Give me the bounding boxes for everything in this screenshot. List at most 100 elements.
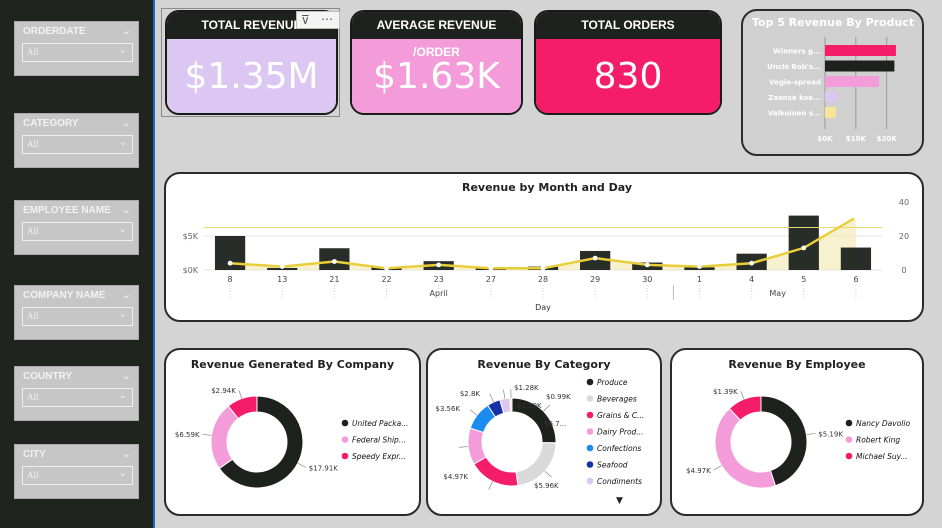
bar — [840, 247, 872, 270]
employee-donut-card[interactable]: Revenue By Employee $5.19K $4.97K $1.39K Na… — [670, 348, 924, 516]
company-name-dropdown[interactable]: All ⌄ — [22, 307, 133, 326]
data-label: $1.28K — [514, 384, 539, 392]
legend-marker — [586, 411, 594, 419]
category-dropdown[interactable]: All ⌄ — [22, 135, 133, 154]
revenue-trend-card[interactable]: Revenue by Month and Day $0K $5K 0 20 40 8 13 2… — [164, 172, 924, 322]
legend-label: Condiments — [597, 477, 642, 486]
top5-product-card[interactable]: Top 5 Revenue By Product $0K $10K $20K Winn… — [741, 9, 924, 156]
chart-title: Revenue by Month and Day — [462, 181, 632, 194]
legend-marker — [845, 452, 853, 460]
label-leader — [488, 481, 493, 490]
y2-tick-label: 0 — [901, 266, 906, 275]
x-axis-title: Day — [535, 303, 551, 312]
trend-chart: Revenue by Month and Day $0K $5K 0 20 40 8 13 2… — [183, 181, 910, 312]
label-leader — [543, 404, 551, 412]
slicer-title: CITY — [23, 449, 46, 460]
slicer-company-name: COMPANY NAME ⌄ All ⌄ — [14, 285, 139, 340]
legend-label: Robert King — [856, 436, 900, 445]
company-donut-chart: $17.91K $6.59K $2.94K United Packa... Federa… — [175, 387, 408, 489]
kpi-label: AVERAGE REVENUE /ORDER — [352, 12, 521, 59]
donut-slice — [714, 407, 777, 489]
legend-label: Nancy Davolio — [856, 419, 910, 428]
line-point — [279, 264, 285, 269]
orderdate-dropdown[interactable]: All ⌄ — [22, 43, 133, 62]
legend-marker — [341, 436, 349, 443]
data-label: $6.7... — [544, 420, 566, 428]
x-tick-label: 27 — [486, 275, 496, 284]
collapse-chevron-icon[interactable]: ⌄ — [122, 369, 131, 382]
chevron-down-icon: ⌄ — [118, 390, 127, 401]
category-label: Vegie-spread — [769, 79, 821, 87]
label-leader — [459, 446, 469, 448]
kpi-average-revenue[interactable]: AVERAGE REVENUE /ORDER $1.63K — [350, 10, 523, 115]
line-point — [384, 265, 389, 271]
data-label: $2.94K — [211, 387, 236, 395]
slicer-title: COMPANY NAME — [23, 290, 106, 301]
kpi-total-orders[interactable]: TOTAL ORDERS 830 — [534, 10, 722, 115]
collapse-chevron-icon[interactable]: ⌄ — [122, 203, 131, 216]
bar — [825, 60, 895, 72]
category-donut-chart: $6.7... $5.96K $4.97K $3.56K$2.8K $1.28K $0.9… — [435, 378, 644, 490]
slicer-title: CATEGORY — [23, 118, 79, 129]
legend-label: Federal Ship... — [352, 436, 406, 445]
bar — [825, 45, 896, 56]
data-label: $4.97K — [443, 473, 468, 481]
x-tick-label: 5 — [801, 275, 806, 284]
label-leader — [489, 393, 494, 403]
y-tick-label: $0K — [183, 266, 199, 275]
slicer-city: CITY ⌄ All ⌄ — [14, 444, 139, 499]
legend-marker — [845, 419, 853, 427]
dropdown-value: All — [27, 47, 39, 57]
collapse-chevron-icon[interactable]: ⌄ — [122, 288, 131, 301]
company-donut-card[interactable]: Revenue Generated By Company $17.91K $6.5… — [164, 348, 421, 516]
legend-marker — [586, 378, 594, 386]
dropdown-value: All — [27, 311, 39, 321]
filter-icon[interactable]: ⊽ — [301, 13, 310, 27]
category-label: Winners g... — [773, 48, 821, 56]
bar — [825, 107, 836, 118]
legend-label: Seafood — [597, 461, 628, 470]
slicer-title: EMPLOYEE NAME — [23, 205, 111, 216]
x-tick-label: 30 — [642, 275, 652, 284]
label-leader — [297, 462, 306, 468]
slicer-country: COUNTRY ⌄ All ⌄ — [14, 366, 139, 421]
label-leader — [238, 389, 243, 399]
city-dropdown[interactable]: All ⌄ — [22, 466, 133, 485]
employee-donut-chart: $5.19K $4.97K $1.39K Nancy Davolio Robert Ki… — [686, 388, 910, 489]
top5-chart: Top 5 Revenue By Product $0K $10K $20K Winn… — [752, 16, 914, 143]
line-point — [853, 214, 859, 220]
data-label: $0.99K — [546, 393, 571, 401]
line-point — [488, 265, 494, 271]
chevron-down-icon: ⌄ — [118, 309, 127, 320]
data-label: $1.39K — [713, 388, 738, 396]
legend-label: Dairy Prod... — [597, 428, 643, 437]
x-tick-label: 21 — [329, 275, 339, 284]
label-leader — [740, 390, 745, 400]
legend-label: Speedy Expr... — [352, 452, 406, 461]
collapse-chevron-icon[interactable]: ⌄ — [122, 24, 131, 37]
dropdown-value: All — [27, 392, 39, 402]
category-label: Valkoinen s... — [768, 110, 821, 118]
legend-marker — [586, 428, 594, 435]
category-donut-card[interactable]: Revenue By Category $6.7... $5.96K $4.97K $… — [426, 348, 662, 516]
kpi-value: 830 — [536, 39, 720, 113]
collapse-chevron-icon[interactable]: ⌄ — [122, 116, 131, 129]
donut-slice — [509, 397, 513, 413]
line-point — [331, 259, 337, 264]
label-leader — [713, 465, 722, 471]
bar — [825, 76, 879, 87]
x-tick-label: 6 — [853, 275, 858, 284]
data-label: $4.97K — [686, 467, 711, 475]
more-options-icon[interactable]: ⋯ — [321, 12, 333, 26]
x-tick-label: 29 — [590, 275, 600, 284]
legend-scroll-down-icon[interactable]: ▼ — [616, 496, 623, 506]
month-label: April — [430, 289, 448, 298]
legend-marker — [586, 395, 594, 402]
country-dropdown[interactable]: All ⌄ — [22, 388, 133, 407]
label-leader — [544, 471, 552, 478]
bar — [825, 91, 838, 103]
legend-marker — [341, 419, 349, 427]
collapse-chevron-icon[interactable]: ⌄ — [122, 447, 131, 460]
dropdown-value: All — [27, 226, 39, 236]
employee-name-dropdown[interactable]: All ⌄ — [22, 222, 133, 241]
